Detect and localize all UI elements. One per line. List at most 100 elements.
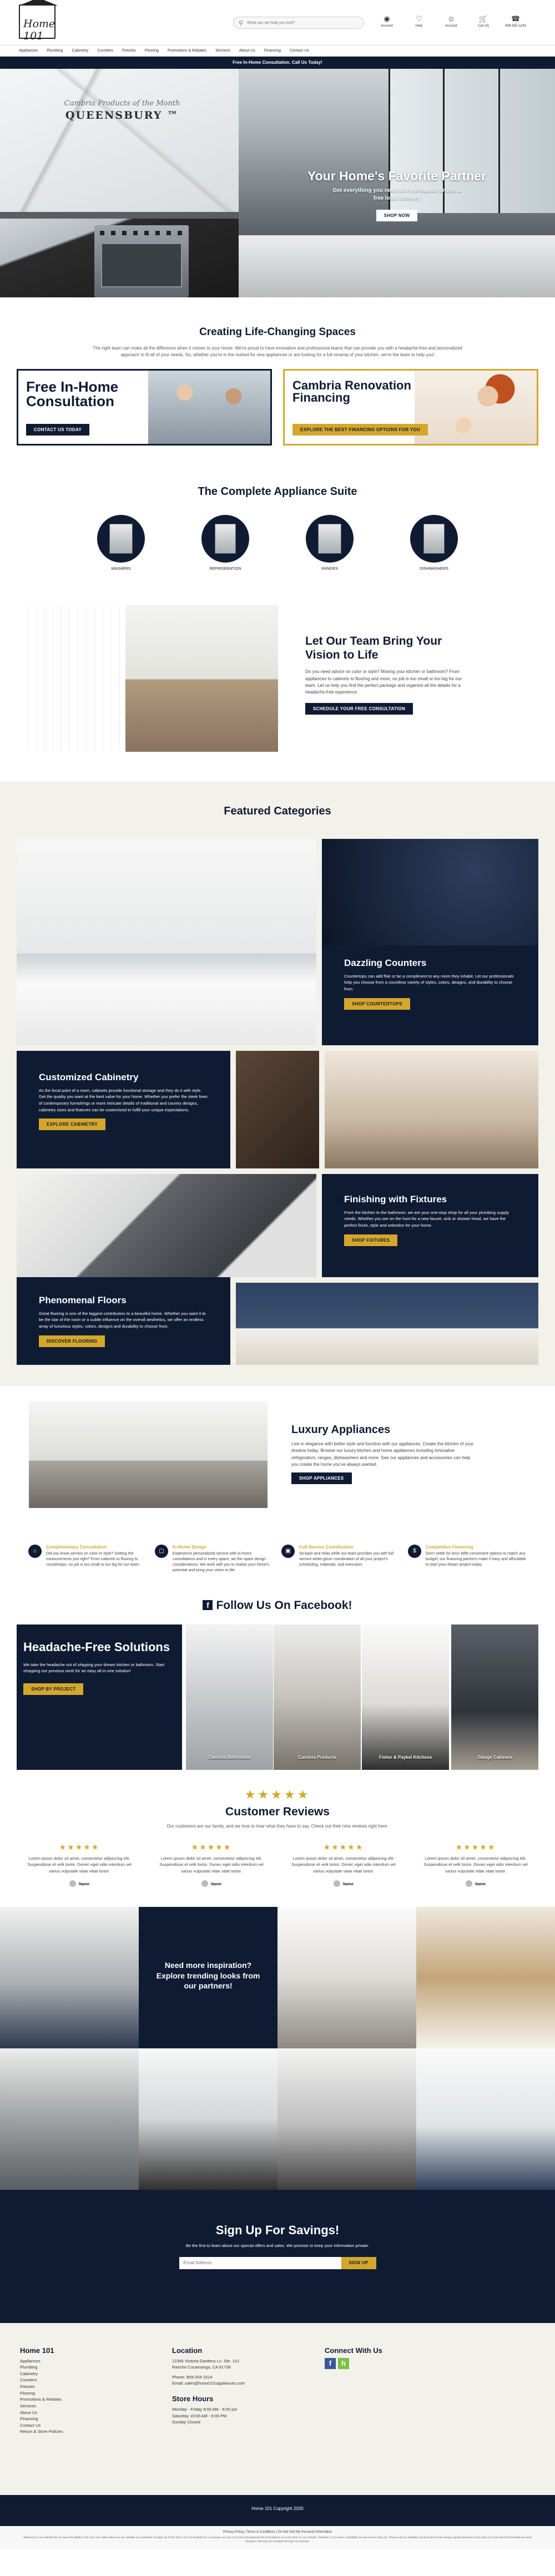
gallery-image[interactable] [0,2048,139,2190]
footer-link[interactable]: Counters [20,2377,63,2383]
star-icon: ★★★★★ [59,1842,100,1851]
footer-email[interactable]: Email: sales@home101appliances.com [172,2380,245,2387]
discover-flooring-button[interactable]: DISCOVER FLOORING [39,1335,105,1347]
bedroom-image [236,1282,538,1365]
feature-title: In-Home Design [173,1544,206,1550]
nav-appliances[interactable]: Appliances [19,49,38,53]
footer-link[interactable]: Fixtures [20,2383,63,2390]
houzz-icon[interactable]: h [338,2357,349,2369]
fixtures-tile[interactable]: Finishing with Fixtures From the kitchen… [322,1173,538,1277]
financing-card[interactable]: Cambria Renovation Financing Explore the… [283,368,538,446]
header-help[interactable]: ♡ Help [403,14,435,28]
nav-flooring[interactable]: Flooring [145,49,159,53]
feature-item: ⌂ Complimentary Consultation Did you know … [28,1544,147,1574]
shop-by-project-button[interactable]: SHOP BY PROJECT [23,1683,84,1695]
facebook-icon[interactable]: f [325,2357,336,2369]
appliance-dishwashers[interactable]: Dishwashers [410,514,458,571]
nav-cabinetry[interactable]: Cabinetry [72,49,88,53]
explore-cabinetry-button[interactable]: EXPLORE CABINETRY [39,1119,105,1131]
footer-link[interactable]: Flooring [20,2390,63,2397]
nav-plumbing[interactable]: Plumbing [47,49,63,53]
nav-financing[interactable]: Financing [264,49,281,53]
inspiration-tile[interactable]: Need more inspiration? Explore trending … [139,1906,278,2048]
nav-promotions[interactable]: Promotions & Rebates [168,49,206,53]
reviewer-name: Name [78,1882,90,1886]
search-bar[interactable]: ⚲ [233,17,364,29]
header-location[interactable]: ◉ Account [371,14,403,28]
header-account[interactable]: ☺ Account [435,14,467,28]
luxury-body: Live in elegance with better style and f… [291,1441,474,1467]
promo-bar[interactable]: Free In-Home Consultation. Call Us Today… [0,57,555,69]
gallery-image[interactable] [278,1906,416,2048]
schedule-consultation-button[interactable]: SCHEDULE YOUR FREE CONSULTATION [305,702,413,715]
facebook-tile[interactable]: Deluge Cabinets [451,1624,538,1770]
dishwasher-icon [410,514,458,563]
header-cart[interactable]: 🛒 Cart (0) [467,14,500,28]
footer-link[interactable]: Cabinetry [20,2371,63,2377]
footer-link[interactable]: Services [20,2403,63,2410]
inspiration-text: Need more inspiration? Explore trending … [156,1960,260,1991]
appliance-label: Ranges [321,566,338,571]
gallery-image[interactable] [416,1906,555,2048]
range-icon [306,514,354,563]
facebook-tile[interactable]: Cambria Bathrooms [186,1624,273,1770]
footer-link[interactable]: Promotions & Rebates [20,2396,63,2403]
legal-links[interactable]: Privacy Policy | Terms & Conditions | Do… [20,2531,535,2534]
gallery-image[interactable] [416,2048,555,2190]
counters-tile[interactable]: Dazzling Counters Countertops can add fl… [322,945,538,1045]
home-icon: ⌂ [28,1544,42,1558]
shop-appliances-button[interactable]: SHOP APPLIANCES [291,1472,352,1485]
shop-fixtures-button[interactable]: SHOP FIXTURES [344,1234,398,1246]
explore-financing-button[interactable]: Explore the Best Financing Options For Y… [292,423,428,436]
appliance-refrigeration[interactable]: Refrigeration [201,514,249,571]
footer-link[interactable]: Financing [20,2416,63,2422]
search-input[interactable] [247,19,358,27]
contact-us-button[interactable]: Contact Us Today [26,423,89,436]
facebook-tile[interactable]: Cambria Products [274,1624,361,1770]
dishwasher-image [423,523,445,554]
gallery-image[interactable] [139,2048,278,2190]
appliance-ranges[interactable]: Ranges [306,514,354,571]
shop-countertops-button[interactable]: SHOP COUNTERTOPS [344,998,410,1010]
footer-link[interactable]: About Us [20,2410,63,2416]
reviewer: Name [289,1880,398,1887]
sign-up-button[interactable]: SIGN UP [341,2256,376,2269]
footer-link[interactable]: Contact Us [20,2422,63,2429]
tile-caption: Cambria Bathrooms [208,1755,251,1760]
footer-link[interactable]: Plumbing [20,2364,63,2371]
facebook-heading: f Follow Us On Facebook! [0,1599,555,1612]
feature-item: ▢ In-Home Design Experience personalized s… [155,1544,274,1574]
facebook-tile[interactable]: Fisher & Paykel Kitchens [362,1624,449,1770]
footer-links: Home 101 Appliances Plumbing Cabinetry C… [20,2346,63,2436]
footer-phone[interactable]: Phone: 909-204-1514 [172,2374,245,2381]
nav-counters[interactable]: Counters [97,49,113,53]
nav-contact[interactable]: Contact Us [290,49,309,53]
appliance-title: The Complete Appliance Suite [198,485,357,498]
appliance-washers[interactable]: Washers [97,514,145,571]
footer-link[interactable]: Appliances [20,2358,63,2365]
marble-slab-image [0,69,239,213]
appliance-label: Dishwashers [420,566,448,571]
gallery-image[interactable] [278,2048,416,2190]
feature-item: ▣ Full-Service Coordination Sit back and r… [281,1544,400,1574]
email-field[interactable] [179,2256,341,2269]
nav-fixtures[interactable]: Fixtures [122,49,136,53]
site-logo[interactable]: Home 101 [19,0,58,42]
hero-shop-now-button[interactable]: SHOP NOW [376,210,418,221]
footer-link[interactable]: Return & Store Policies [20,2428,63,2435]
nav-services[interactable]: Services [215,49,230,53]
nav-about[interactable]: About Us [239,49,255,53]
hours-line: Monday - Friday 9:00 AM - 6:00 pm [172,2407,238,2412]
header-phone[interactable]: ☎ 909-555-1234 [500,14,532,28]
floors-tile[interactable]: Phenomenal Floors Great flooring is one … [17,1277,230,1365]
site-header: Home 101 ⚲ ◉Account ♡Help ☺Account 🛒Cart… [0,0,555,45]
gallery-image[interactable] [0,1906,139,2048]
star-icon: ★★★★★ [455,1842,496,1851]
cabinetry-tile[interactable]: Customized Cabinetry As the focal point … [17,1050,230,1168]
consultation-card[interactable]: Free In-Home Consultation Contact Us Tod… [17,368,272,446]
creating-section: Creating Life-Changing Spaces The right … [0,297,555,451]
reviewer-name: Name [475,1882,486,1886]
accessibility-disclaimer: Welcome to our website! As we have the a… [23,2535,532,2543]
facebook-icon[interactable]: f [203,1600,213,1611]
review-card: ★★★★★ Lorem ipsum dolor sit amet, consect… [25,1843,134,1887]
